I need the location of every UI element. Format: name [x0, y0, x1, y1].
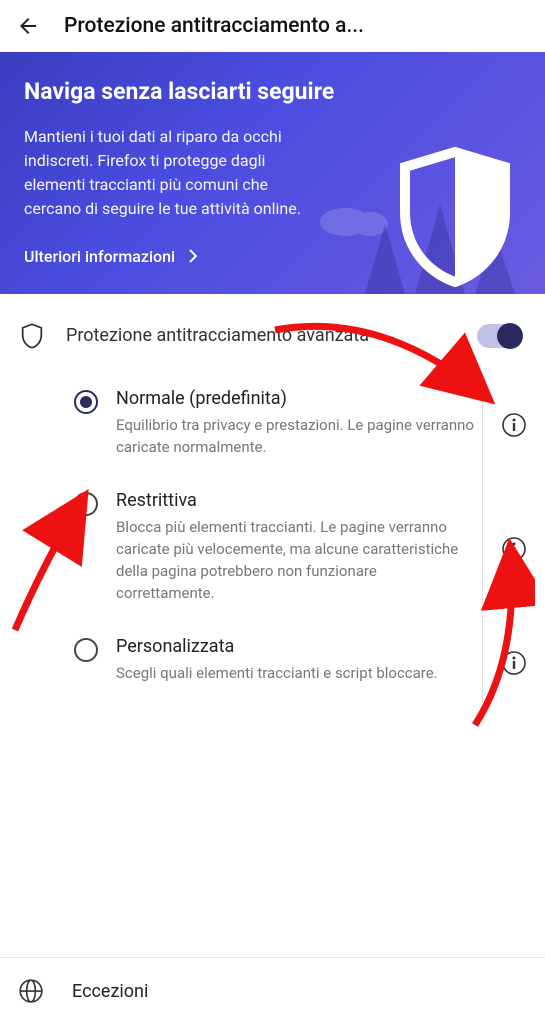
info-icon	[501, 412, 527, 438]
option-title: Personalizzata	[116, 636, 477, 657]
option-body: Restrittiva Blocca più elementi traccian…	[116, 490, 527, 604]
option-description: Blocca più elementi traccianti. Le pagin…	[116, 517, 477, 604]
protection-toggle-row: Protezione antitracciamento avanzata	[0, 294, 545, 374]
chevron-right-icon	[189, 249, 197, 263]
back-arrow-icon	[16, 14, 40, 38]
globe-icon	[18, 978, 44, 1004]
hero-banner: Naviga senza lasciarti seguire Mantieni …	[0, 52, 545, 294]
option-strict[interactable]: Restrittiva Blocca più elementi traccian…	[74, 476, 545, 622]
header: Protezione antitracciamento a...	[0, 0, 545, 52]
exceptions-row[interactable]: Eccezioni	[0, 957, 545, 1024]
divider	[482, 374, 483, 477]
info-button-normal[interactable]	[501, 412, 527, 438]
option-description: Equilibrio tra privacy e prestazioni. Le…	[116, 415, 477, 459]
back-button[interactable]	[16, 14, 40, 38]
info-button-custom[interactable]	[501, 650, 527, 676]
protection-toggle[interactable]	[477, 324, 521, 348]
option-title: Normale (predefinita)	[116, 388, 477, 409]
option-body: Personalizzata Scegli quali elementi tra…	[116, 636, 527, 685]
option-description: Scegli quali elementi traccianti e scrip…	[116, 663, 477, 685]
divider	[482, 622, 483, 703]
option-body: Normale (predefinita) Equilibrio tra pri…	[116, 388, 527, 459]
info-icon	[501, 536, 527, 562]
divider	[482, 476, 483, 622]
hero-title: Naviga senza lasciarti seguire	[24, 78, 344, 107]
shield-icon	[395, 147, 515, 287]
learn-more-label: Ulteriori informazioni	[24, 247, 175, 266]
radio-custom[interactable]	[74, 638, 98, 662]
toggle-knob	[497, 323, 523, 349]
option-custom[interactable]: Personalizzata Scegli quali elementi tra…	[74, 622, 545, 703]
option-title: Restrittiva	[116, 490, 477, 511]
radio-normal[interactable]	[74, 390, 98, 414]
protection-options: Normale (predefinita) Equilibrio tra pri…	[0, 374, 545, 703]
page-title: Protezione antitracciamento a...	[64, 14, 529, 38]
exceptions-label: Eccezioni	[72, 981, 148, 1002]
info-icon	[501, 650, 527, 676]
learn-more-link[interactable]: Ulteriori informazioni	[24, 247, 197, 266]
info-button-strict[interactable]	[501, 536, 527, 562]
radio-strict[interactable]	[74, 492, 98, 516]
protection-toggle-label: Protezione antitracciamento avanzata	[66, 324, 457, 348]
option-normal[interactable]: Normale (predefinita) Equilibrio tra pri…	[74, 374, 545, 477]
hero-description: Mantieni i tuoi dati al riparo da occhi …	[24, 125, 304, 221]
content: Protezione antitracciamento avanzata Nor…	[0, 294, 545, 703]
shield-outline-icon	[18, 322, 46, 350]
